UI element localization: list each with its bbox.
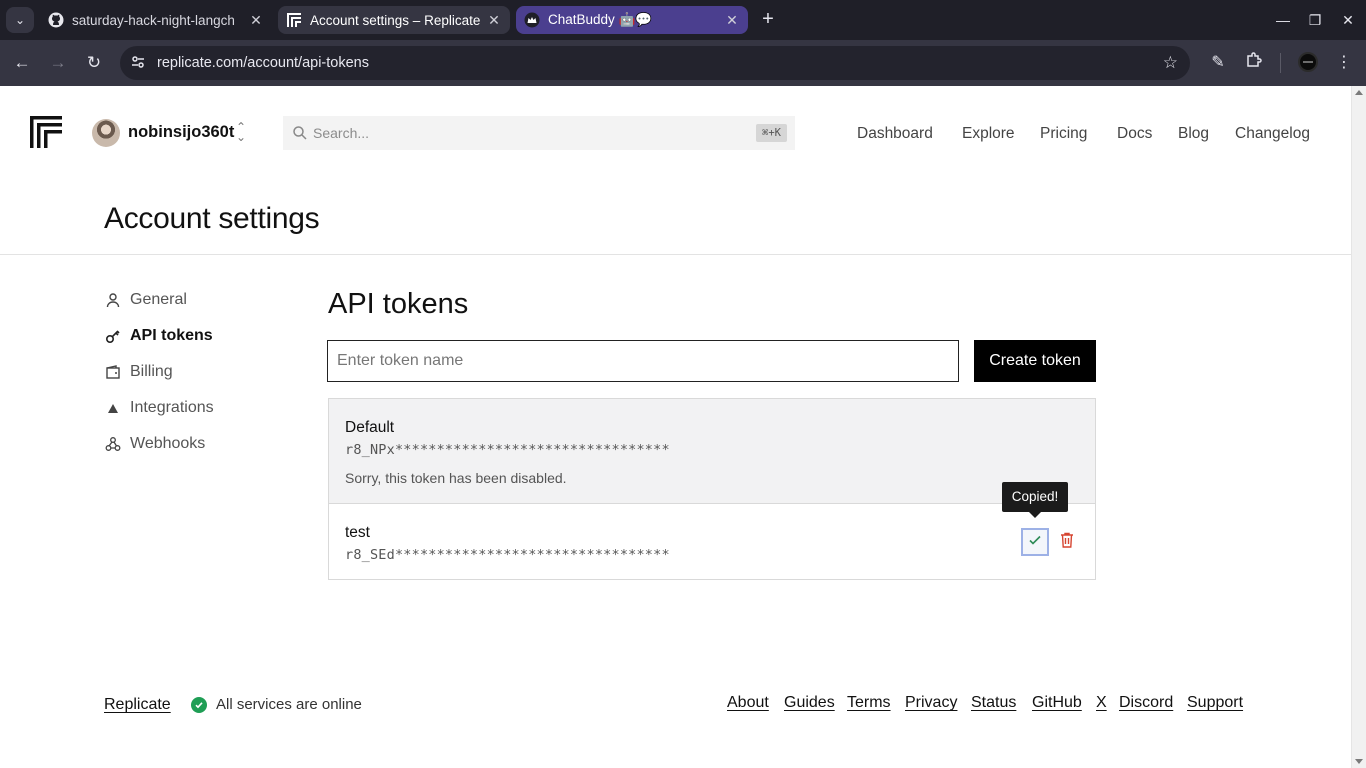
status-text: All services are online — [216, 696, 362, 713]
replicate-logo-icon[interactable] — [30, 116, 62, 148]
trash-icon — [1060, 532, 1074, 553]
token-name-input[interactable] — [327, 340, 959, 382]
copy-token-button[interactable] — [1021, 528, 1049, 556]
footer-link-github[interactable]: GitHub — [1032, 694, 1082, 712]
footer-link-discord[interactable]: Discord — [1119, 694, 1173, 712]
sidebar-item-label: General — [130, 291, 187, 308]
nav-dashboard[interactable]: Dashboard — [857, 125, 933, 143]
create-token-button[interactable]: Create token — [974, 340, 1096, 382]
copied-tooltip: Copied! — [1002, 482, 1068, 518]
github-icon — [48, 12, 64, 28]
tab-title: ChatBuddy 🤖💬 — [548, 12, 653, 27]
token-name: test — [345, 524, 370, 541]
minimize-icon[interactable]: — — [1271, 8, 1295, 32]
footer-link-guides[interactable]: Guides — [784, 694, 835, 712]
reload-icon[interactable]: ↻ — [82, 51, 106, 75]
bookmark-star-icon[interactable]: ☆ — [1163, 53, 1178, 73]
toolbar-divider — [1280, 53, 1281, 73]
search-input[interactable]: Search... ⌘+K — [283, 116, 795, 150]
eyedropper-icon[interactable]: ✎ — [1206, 51, 1230, 75]
tab-title: Account settings – Replicate — [310, 12, 481, 28]
scroll-up-icon[interactable] — [1355, 90, 1363, 95]
check-icon — [1028, 533, 1042, 552]
restore-icon[interactable]: ❐ — [1303, 8, 1327, 32]
footer-link-x[interactable]: X — [1096, 694, 1107, 712]
footer-link-support[interactable]: Support — [1187, 694, 1243, 712]
footer-link-terms[interactable]: Terms — [847, 694, 891, 712]
token-row-test: test r8_SEd*****************************… — [329, 504, 1095, 579]
sidebar-item-billing[interactable]: Billing — [104, 360, 173, 384]
page-scrollbar[interactable] — [1351, 86, 1366, 768]
sidebar-item-label: Billing — [130, 363, 173, 380]
sidebar-item-integrations[interactable]: Integrations — [104, 396, 214, 420]
nav-docs[interactable]: Docs — [1117, 125, 1152, 143]
browser-tab-chatbuddy[interactable]: ChatBuddy 🤖💬 ✕ — [516, 6, 748, 34]
browser-toolbar: ← → ↻ replicate.com/account/api-tokens ☆… — [0, 40, 1366, 86]
search-icon — [292, 125, 308, 141]
username[interactable]: nobinsijo360t — [128, 123, 234, 142]
menu-kebab-icon[interactable]: ⋮ — [1332, 51, 1356, 75]
token-row-default: Default r8_NPx**************************… — [329, 399, 1095, 504]
profile-avatar-icon[interactable] — [1298, 52, 1318, 72]
url-text: replicate.com/account/api-tokens — [157, 55, 369, 71]
sidebar-item-webhooks[interactable]: Webhooks — [104, 432, 205, 456]
avatar[interactable] — [92, 119, 120, 147]
close-icon[interactable]: ✕ — [248, 12, 264, 29]
search-shortcut: ⌘+K — [756, 124, 787, 142]
footer-brand-link[interactable]: Replicate — [104, 696, 171, 714]
crown-icon — [524, 12, 540, 28]
nav-blog[interactable]: Blog — [1178, 125, 1209, 143]
tab-search-button[interactable]: ⌄ — [6, 7, 34, 33]
close-icon[interactable]: ✕ — [486, 12, 502, 29]
status-check-icon — [191, 697, 207, 713]
page: nobinsijo360t ⌃ ⌄ Search... ⌘+K Dashboard… — [0, 86, 1351, 768]
delete-token-button[interactable] — [1057, 531, 1077, 553]
user-icon — [104, 291, 122, 309]
page-title: Account settings — [104, 202, 320, 235]
browser-tab-github[interactable]: saturday-hack-night-langch ✕ — [40, 6, 272, 34]
address-bar[interactable]: replicate.com/account/api-tokens ☆ — [120, 46, 1190, 80]
site-info-icon[interactable] — [122, 54, 154, 73]
back-arrow-icon[interactable]: ← — [10, 51, 34, 75]
token-value: r8_NPx********************************* — [345, 442, 670, 458]
close-icon[interactable]: ✕ — [724, 12, 740, 29]
close-window-icon[interactable]: ✕ — [1336, 8, 1360, 32]
extensions-icon[interactable] — [1242, 51, 1266, 75]
webhook-icon — [104, 435, 122, 453]
browser-tabstrip: ⌄ saturday-hack-night-langch ✕ Account s… — [0, 0, 1366, 40]
footer-link-about[interactable]: About — [727, 694, 769, 712]
footer-link-status[interactable]: Status — [971, 694, 1016, 712]
site-header: nobinsijo360t ⌃ ⌄ Search... ⌘+K Dashboard… — [0, 86, 1351, 182]
browser-tab-replicate[interactable]: Account settings – Replicate ✕ — [278, 6, 510, 34]
forward-arrow-icon[interactable]: → — [46, 51, 70, 75]
sidebar-item-label: Integrations — [130, 399, 214, 416]
token-list: Default r8_NPx**************************… — [328, 398, 1096, 580]
sidebar-item-api-tokens[interactable]: API tokens — [104, 324, 213, 348]
nav-pricing[interactable]: Pricing — [1040, 125, 1087, 143]
section-title: API tokens — [328, 288, 469, 320]
scroll-down-icon[interactable] — [1355, 759, 1363, 764]
nav-changelog[interactable]: Changelog — [1235, 125, 1310, 143]
sidebar-item-label: Webhooks — [130, 435, 206, 452]
footer-link-privacy[interactable]: Privacy — [905, 694, 957, 712]
new-tab-button[interactable]: + — [756, 8, 780, 32]
token-name: Default — [345, 419, 395, 436]
wallet-icon — [104, 363, 122, 381]
tab-title: saturday-hack-night-langch — [72, 12, 235, 28]
token-value: r8_SEd********************************* — [345, 547, 670, 563]
sidebar-item-label: API tokens — [130, 327, 213, 344]
search-placeholder: Search... — [313, 125, 370, 141]
replicate-icon — [286, 12, 302, 28]
chevron-up-down-icon[interactable]: ⌃ ⌄ — [236, 121, 246, 143]
key-icon — [104, 327, 122, 345]
nav-explore[interactable]: Explore — [962, 125, 1015, 143]
token-disabled-note: Sorry, this token has been disabled. — [345, 470, 567, 486]
sidebar-item-general[interactable]: General — [104, 288, 187, 312]
triangle-icon — [104, 399, 122, 417]
divider — [0, 254, 1351, 255]
